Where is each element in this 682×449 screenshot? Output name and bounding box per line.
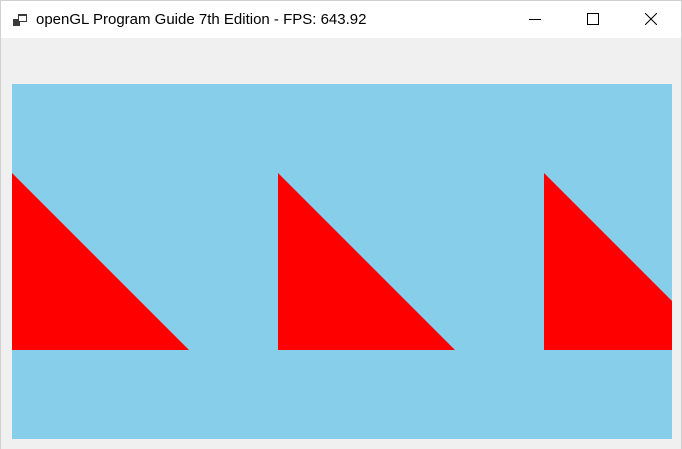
minimize-button[interactable] <box>506 1 564 38</box>
app-window-icon <box>13 14 27 26</box>
app-window: openGL Program Guide 7th Edition - FPS: … <box>0 0 682 449</box>
window-bottom-edge <box>1 439 681 449</box>
window-title: openGL Program Guide 7th Edition - FPS: … <box>36 11 367 28</box>
opengl-viewport[interactable] <box>12 84 672 439</box>
maximize-icon <box>587 13 599 25</box>
minimize-icon <box>529 19 541 20</box>
maximize-button[interactable] <box>564 1 622 38</box>
title-bar[interactable]: openGL Program Guide 7th Edition - FPS: … <box>1 1 681 38</box>
close-icon <box>645 13 657 25</box>
close-button[interactable] <box>622 1 680 38</box>
